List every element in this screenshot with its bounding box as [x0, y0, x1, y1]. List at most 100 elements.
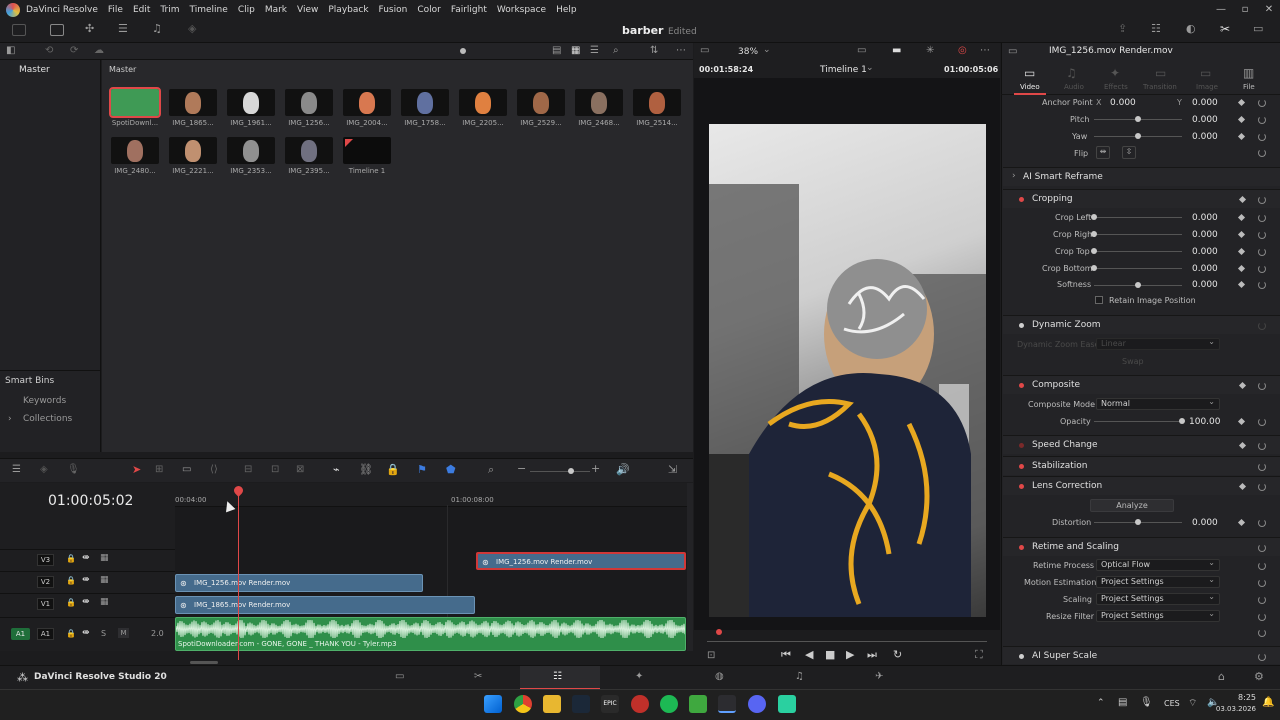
mixer-icon[interactable]: ☷: [1151, 22, 1161, 35]
settings-icon[interactable]: ⚙: [1254, 670, 1264, 683]
menu-fusion[interactable]: Fusion: [379, 5, 408, 15]
snapping-icon[interactable]: ⌁: [333, 463, 340, 476]
motion-estimation-dropdown[interactable]: Project Settings: [1096, 575, 1220, 588]
section-speed-change[interactable]: Speed Change: [1003, 435, 1280, 454]
menu-timeline[interactable]: Timeline: [190, 5, 228, 15]
distortion-slider[interactable]: [1094, 519, 1182, 525]
inspector-icon[interactable]: ✂: [1220, 22, 1230, 36]
skip-back-icon[interactable]: ⏮: [781, 648, 791, 662]
input-language[interactable]: CES: [1164, 699, 1180, 708]
track-visibility-icon[interactable]: ▦: [100, 575, 109, 585]
timeline-clip-v3[interactable]: ⊛ IMG_1256.mov Render.mov: [476, 552, 686, 570]
track-id-v1[interactable]: V1: [37, 598, 54, 610]
position-lock-icon[interactable]: 🔒: [386, 463, 400, 476]
transitions-icon[interactable]: ◈: [188, 22, 196, 35]
microphone-icon[interactable]: 🎙: [1140, 697, 1153, 708]
reset-icon[interactable]: [1258, 629, 1266, 637]
video-clip-thumbnail[interactable]: IMG_1865...: [169, 89, 217, 127]
linked-selection-icon[interactable]: ⛓: [359, 463, 373, 476]
reset-icon[interactable]: [1258, 613, 1266, 621]
file-explorer-icon[interactable]: [543, 695, 561, 713]
timeline-clip-v1[interactable]: ⊛ IMG_1865.mov Render.mov: [175, 596, 475, 614]
crop-top-slider[interactable]: [1091, 248, 1182, 254]
video-clip-thumbnail[interactable]: IMG_2468...: [575, 89, 623, 127]
timeline-thumbnail[interactable]: Timeline 1: [343, 137, 391, 175]
reset-icon[interactable]: [1258, 248, 1266, 256]
bin-master[interactable]: Master: [19, 65, 50, 75]
blade-tool-icon[interactable]: ▭: [182, 464, 191, 475]
chevron-right-icon[interactable]: ›: [8, 414, 12, 424]
timeline-selector[interactable]: Timeline 1: [820, 65, 867, 75]
flip-horizontal-icon[interactable]: ⇹: [1096, 146, 1110, 159]
roblox-icon[interactable]: [631, 695, 649, 713]
chat-icon[interactable]: ▭: [1253, 22, 1263, 35]
media-pool-toggle-icon[interactable]: [12, 24, 26, 36]
analyze-button[interactable]: Analyze: [1090, 499, 1174, 512]
video-clip-thumbnail[interactable]: IMG_2221...: [169, 137, 217, 175]
reset-icon[interactable]: [1258, 265, 1266, 273]
track-id-v2[interactable]: V2: [37, 576, 54, 588]
retain-position-checkbox[interactable]: [1095, 296, 1103, 304]
export-icon[interactable]: ⇪: [1118, 22, 1127, 35]
swap-button[interactable]: Swap: [1122, 357, 1144, 366]
voiceover-icon[interactable]: 🎙: [67, 464, 80, 475]
opacity-value[interactable]: 100.00: [1189, 417, 1221, 427]
pitch-slider[interactable]: [1094, 116, 1182, 122]
keyframe-icon[interactable]: [1238, 381, 1247, 390]
track-id-v3[interactable]: V3: [37, 554, 54, 566]
video-clip-thumbnail[interactable]: IMG_1758...: [401, 89, 449, 127]
replace-clip-icon[interactable]: ⊠: [296, 464, 304, 475]
section-stabilization[interactable]: Stabilization: [1003, 456, 1280, 475]
anchor-x-value[interactable]: 0.000: [1110, 98, 1136, 108]
zoom-out-icon[interactable]: −: [517, 462, 526, 475]
enable-toggle-icon[interactable]: [1019, 383, 1024, 388]
link-icon[interactable]: ⟲: [45, 45, 53, 56]
track-visibility-icon[interactable]: ▦: [100, 597, 109, 607]
yaw-value[interactable]: 0.000: [1192, 132, 1218, 142]
tab-effects[interactable]: Effects: [1104, 83, 1128, 91]
edit-page-icon[interactable]: ☷: [553, 671, 562, 682]
cloud-icon[interactable]: ☁: [94, 45, 104, 56]
track-visibility-icon[interactable]: ▦: [100, 553, 109, 563]
enable-toggle-icon[interactable]: [1019, 484, 1024, 489]
video-clip-thumbnail[interactable]: IMG_1256...: [285, 89, 333, 127]
lock-icon[interactable]: 🔒: [66, 629, 76, 638]
epic-games-icon[interactable]: EPIC: [601, 695, 619, 713]
reset-icon[interactable]: [1258, 519, 1266, 527]
clock-date[interactable]: 03.03.2026: [1214, 705, 1256, 713]
reset-icon[interactable]: [1258, 418, 1266, 426]
section-ai-super-scale[interactable]: AI Super Scale: [1003, 646, 1280, 664]
auto-select-icon[interactable]: ⇼: [82, 628, 90, 638]
lock-icon[interactable]: 🔒: [66, 598, 76, 607]
video-clip-thumbnail[interactable]: IMG_2353...: [227, 137, 275, 175]
timeline-timecode[interactable]: 01:00:05:02: [48, 493, 133, 509]
clock-time[interactable]: 8:25: [1226, 693, 1256, 702]
reset-icon[interactable]: [1258, 463, 1266, 471]
inspector-panel-icon[interactable]: ▭: [1008, 46, 1017, 57]
crop-top-value[interactable]: 0.000: [1192, 247, 1218, 257]
lock-icon[interactable]: 🔒: [66, 554, 76, 563]
reset-icon[interactable]: [1258, 116, 1266, 124]
capcut-icon[interactable]: [778, 695, 796, 713]
sync-icon[interactable]: ⟳: [70, 45, 78, 56]
enable-toggle-icon[interactable]: [1019, 443, 1024, 448]
composite-mode-dropdown[interactable]: Normal: [1096, 397, 1220, 410]
retime-tool-icon[interactable]: ◈: [40, 464, 48, 475]
tab-transition[interactable]: Transition: [1143, 83, 1177, 91]
transform-icon[interactable]: ▭: [857, 45, 866, 56]
menu-workspace[interactable]: Workspace: [497, 5, 546, 15]
reset-icon[interactable]: [1258, 382, 1266, 390]
reset-icon[interactable]: [1258, 483, 1266, 491]
cut-page-icon[interactable]: ✂: [474, 671, 482, 682]
reset-icon[interactable]: [1258, 196, 1266, 204]
keyframe-icon[interactable]: [1238, 441, 1247, 450]
tray-app-icon[interactable]: ▤: [1118, 697, 1127, 708]
transform-overlay-icon[interactable]: ⊡: [707, 650, 715, 661]
bypass-icon[interactable]: ◎: [958, 45, 967, 56]
zoom-level[interactable]: 38%: [738, 47, 758, 57]
zoom-in-icon[interactable]: +: [591, 462, 600, 475]
close-icon[interactable]: ✕: [1256, 0, 1280, 19]
solo-button[interactable]: S: [101, 629, 106, 638]
media-page-icon[interactable]: ▭: [395, 671, 404, 682]
windows-start-icon[interactable]: [484, 695, 502, 713]
